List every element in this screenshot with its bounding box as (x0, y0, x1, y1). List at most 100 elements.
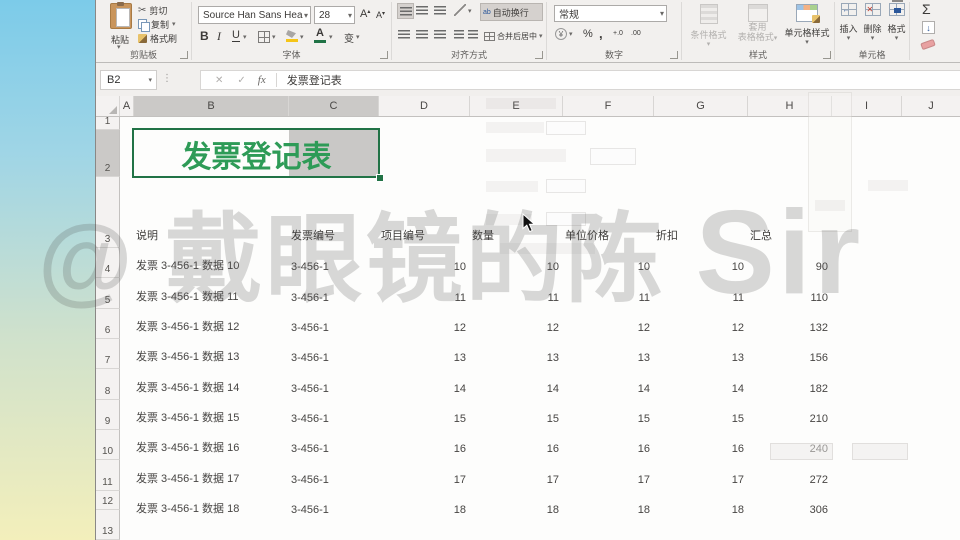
underline-button[interactable]: U (232, 29, 240, 42)
table-cell[interactable]: 发票 3-456-1 数据 11 (134, 278, 289, 308)
row-header-3[interactable]: 3 (96, 177, 120, 248)
table-cell[interactable]: 17 (379, 460, 470, 490)
grow-font-button[interactable]: A▴ (360, 8, 370, 20)
table-cell[interactable]: 12 (379, 309, 470, 339)
copy-button[interactable]: 复制 ▾ (138, 18, 176, 32)
fill-color-dropdown-arrow[interactable]: ▾ (300, 34, 304, 41)
increase-indent-button[interactable] (468, 30, 478, 39)
fill-color-button[interactable] (286, 30, 298, 42)
table-cell[interactable]: 14 (379, 369, 470, 399)
paste-button[interactable]: 粘贴 ▾ (104, 2, 136, 51)
table-cell[interactable]: 10 (654, 248, 748, 278)
table-cell[interactable]: 13 (654, 339, 748, 369)
top-align-button[interactable] (397, 3, 414, 19)
middle-align-button[interactable] (416, 6, 428, 15)
column-header-H[interactable]: H (748, 96, 832, 116)
table-cell[interactable]: 14 (470, 369, 563, 399)
table-header-cell[interactable]: 发票编号 (289, 177, 379, 248)
clear-eraser-icon[interactable] (920, 38, 936, 51)
column-header-G[interactable]: G (654, 96, 748, 116)
wrap-text-button[interactable]: ab 自动换行 (480, 3, 543, 21)
row-header-1[interactable]: 1 (96, 116, 120, 130)
table-cell[interactable]: 13 (470, 339, 563, 369)
table-cell[interactable]: 3-456-1 (289, 400, 379, 430)
clipboard-dialog-launcher[interactable] (180, 51, 188, 59)
merge-center-button[interactable]: 合并后居中 ▾ (484, 27, 544, 45)
number-dialog-launcher[interactable] (670, 51, 678, 59)
italic-button[interactable]: I (217, 29, 221, 44)
table-cell[interactable]: 16 (563, 430, 654, 460)
format-painter-button[interactable]: 格式刷 (138, 32, 177, 44)
format-cells-button[interactable]: 格式 ▾ (885, 0, 908, 42)
table-cell[interactable]: 11 (379, 278, 470, 308)
font-name-combo[interactable]: Source Han Sans Hea ▾ (198, 6, 311, 24)
row-header-7[interactable]: 7 (96, 338, 120, 370)
table-cell[interactable]: 3-456-1 (289, 248, 379, 278)
accounting-dropdown-arrow[interactable]: ▾ (569, 31, 573, 38)
row-header-6[interactable]: 6 (96, 308, 120, 339)
table-cell[interactable]: 18 (470, 491, 563, 521)
accounting-format-icon[interactable]: ¥ (555, 28, 567, 40)
delete-cells-button[interactable]: ✕ 删除 ▾ (861, 3, 884, 42)
formula-bar-divider[interactable]: ⋮ (162, 73, 172, 84)
table-header-cell[interactable]: 说明 (134, 177, 289, 248)
table-cell[interactable]: 110 (748, 278, 832, 308)
table-cell[interactable]: 15 (654, 400, 748, 430)
cancel-icon[interactable]: ✕ (215, 75, 223, 86)
table-cell[interactable]: 132 (748, 309, 832, 339)
column-header-A[interactable]: A (120, 96, 134, 116)
table-cell[interactable]: 发票 3-456-1 数据 13 (134, 339, 289, 369)
align-left-button[interactable] (398, 30, 410, 39)
increase-decimal-button[interactable]: +.0 (613, 30, 623, 37)
styles-dialog-launcher[interactable] (823, 51, 831, 59)
table-header-cell[interactable]: 汇总 (748, 177, 832, 248)
table-cell[interactable]: 3-456-1 (289, 278, 379, 308)
selection-fill-handle[interactable] (376, 174, 384, 182)
underline-dropdown-arrow[interactable]: ▾ (243, 34, 247, 41)
insert-function-icon[interactable]: fx (258, 74, 266, 86)
conditional-formatting-button[interactable]: 条件格式 ▾ (685, 2, 732, 48)
table-cell[interactable]: 17 (470, 460, 563, 490)
table-cell[interactable]: 3-456-1 (289, 339, 379, 369)
row-header-9[interactable]: 9 (96, 399, 120, 430)
table-cell[interactable]: 11 (654, 278, 748, 308)
table-cell[interactable]: 13 (563, 339, 654, 369)
table-cell[interactable]: 17 (654, 460, 748, 490)
format-as-table-button[interactable]: 套用 表格格式▾ (734, 2, 781, 43)
table-cell[interactable]: 272 (748, 460, 832, 490)
autosum-button[interactable]: Σ (922, 1, 931, 17)
percent-style-button[interactable]: % (583, 28, 593, 40)
table-cell[interactable]: 发票 3-456-1 数据 18 (134, 491, 289, 521)
table-cell[interactable]: 15 (470, 400, 563, 430)
table-cell[interactable]: 18 (563, 491, 654, 521)
table-cell[interactable]: 11 (563, 278, 654, 308)
table-cell[interactable]: 306 (748, 491, 832, 521)
font-color-dropdown-arrow[interactable]: ▾ (329, 34, 333, 41)
table-cell[interactable]: 12 (654, 309, 748, 339)
table-cell[interactable]: 15 (379, 400, 470, 430)
table-cell[interactable]: 10 (563, 248, 654, 278)
table-cell[interactable]: 发票 3-456-1 数据 12 (134, 309, 289, 339)
orientation-dropdown-arrow[interactable]: ▾ (468, 8, 472, 15)
select-all-corner[interactable] (96, 96, 120, 116)
table-header-cell[interactable]: 折扣 (654, 177, 748, 248)
table-cell[interactable]: 12 (563, 309, 654, 339)
column-header-E[interactable]: E (470, 96, 563, 116)
cell-styles-button[interactable]: 单元格样式 ▾ (782, 2, 832, 46)
decrease-decimal-button[interactable]: .00 (631, 30, 641, 37)
align-right-button[interactable] (434, 30, 446, 39)
table-cell[interactable]: 3-456-1 (289, 460, 379, 490)
table-cell[interactable]: 12 (470, 309, 563, 339)
row-header-13[interactable]: 13 (96, 509, 120, 540)
row-header-11[interactable]: 11 (96, 460, 120, 491)
formula-input[interactable]: 发票登记表 (287, 72, 342, 88)
bottom-align-button[interactable] (434, 6, 446, 15)
table-cell[interactable]: 18 (379, 491, 470, 521)
row-header-2[interactable]: 2 (96, 130, 120, 177)
table-cell[interactable]: 3-456-1 (289, 491, 379, 521)
table-cell[interactable]: 发票 3-456-1 数据 15 (134, 400, 289, 430)
table-cell[interactable]: 90 (748, 248, 832, 278)
shrink-font-button[interactable]: A▾ (376, 10, 385, 20)
table-cell[interactable]: 13 (379, 339, 470, 369)
row-header-4[interactable]: 4 (96, 248, 120, 279)
